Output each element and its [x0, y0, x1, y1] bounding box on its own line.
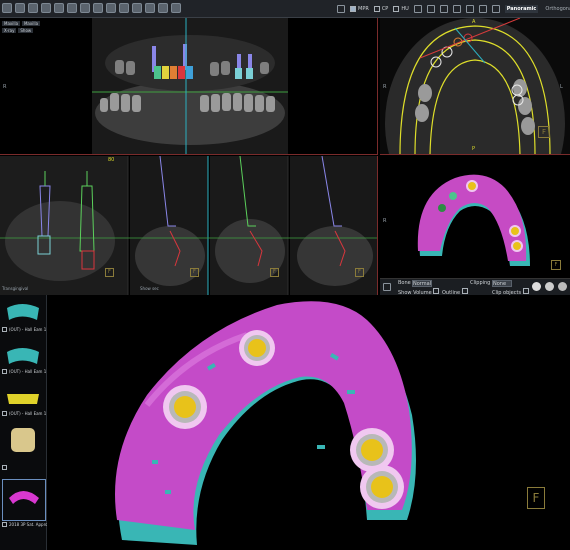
- cross-badge-3-icon: F: [270, 268, 279, 277]
- sleeve-1: [163, 385, 207, 429]
- view-options: MPR CP HU Panoramic Orthogonal: [337, 3, 570, 14]
- panoramic-image: [92, 18, 288, 154]
- orientation-badge-icon: F: [538, 126, 550, 138]
- anterior-marker: A: [472, 19, 476, 25]
- small-guide-render: [417, 174, 530, 266]
- measure-icon[interactable]: [80, 3, 90, 13]
- object-list: (OUT) - Hall Eam 1 (OUT) - Hall Eam 1 (O…: [0, 295, 52, 550]
- layout-icon[interactable]: [337, 4, 345, 13]
- main-3d-view[interactable]: F: [47, 295, 570, 550]
- sleeve-2: [239, 330, 275, 366]
- thumbnail-surgical-guide[interactable]: [2, 479, 46, 521]
- axial-right-marker: R: [383, 84, 387, 90]
- show-sec-label: Show sec: [140, 286, 159, 291]
- tab-orthogonal[interactable]: Orthogonal: [543, 5, 570, 13]
- nerve-icon[interactable]: [93, 3, 103, 13]
- clipping-select[interactable]: None: [492, 280, 512, 287]
- reset-icon[interactable]: [465, 4, 474, 13]
- small-3d-badge-icon: F: [551, 260, 561, 270]
- cross-badge-2-icon: F: [190, 268, 199, 277]
- thumbnail-skull[interactable]: [2, 424, 44, 459]
- panoramic-view[interactable]: Maxilla Maxilla X-ray Show R H: [0, 18, 378, 155]
- save-icon[interactable]: [28, 3, 38, 13]
- skull-side-icon[interactable]: [545, 282, 554, 291]
- main-toolbar: MPR CP HU Panoramic Orthogonal: [0, 0, 570, 18]
- surgical-guide-render: [115, 301, 416, 545]
- open-icon[interactable]: [15, 3, 25, 13]
- main-orientation-badge-icon: F: [527, 487, 545, 509]
- bone-label: Bone: [398, 280, 411, 286]
- guide-icon[interactable]: [119, 3, 129, 13]
- mpr-checkbox[interactable]: MPR: [350, 5, 369, 12]
- pen-icon[interactable]: [478, 4, 487, 13]
- cross-section-image: [0, 156, 377, 295]
- clipping-label: Clipping: [470, 280, 491, 286]
- camera-icon[interactable]: [426, 4, 435, 13]
- skull-front-icon[interactable]: [532, 282, 541, 291]
- cp-checkbox[interactable]: CP: [373, 5, 388, 12]
- small-3d-view[interactable]: R F: [380, 156, 570, 278]
- cross-badge-4-icon: F: [355, 268, 364, 277]
- report-icon[interactable]: [158, 3, 168, 13]
- transgingival-label: Transgingival: [2, 286, 29, 291]
- axial-view[interactable]: A R L P F: [380, 18, 570, 155]
- thumbnail-2-checkbox[interactable]: [2, 369, 7, 374]
- redo-icon[interactable]: [452, 4, 461, 13]
- screenshot-icon[interactable]: [413, 4, 422, 13]
- tab-panoramic[interactable]: Panoramic: [504, 4, 539, 13]
- thumbnail-1-checkbox[interactable]: [2, 327, 7, 332]
- posterior-marker: P: [472, 146, 476, 152]
- sleeve-icon[interactable]: [106, 3, 116, 13]
- settings-icon[interactable]: [145, 3, 155, 13]
- render-settings-bar: Bone Normal Clipping None Show Volume Ou…: [380, 278, 570, 296]
- sleeve-4: [360, 465, 404, 509]
- thumbnail-1-label: (OUT) - Hall Eam 1: [9, 327, 47, 332]
- tooth-icon[interactable]: [54, 3, 64, 13]
- implant-icon[interactable]: [67, 3, 77, 13]
- render-mode-icon[interactable]: [383, 283, 391, 291]
- thumbnail-3-label: (OUT) - Hall Eam 1: [9, 411, 47, 416]
- thumbnail-5-checkbox[interactable]: [2, 522, 7, 527]
- eraser-icon[interactable]: [491, 4, 500, 13]
- axial-left-marker: L: [560, 84, 563, 90]
- sleeve-3: [350, 428, 394, 472]
- thumbnail-3-checkbox[interactable]: [2, 411, 7, 416]
- stl-icon[interactable]: [132, 3, 142, 13]
- bone-select[interactable]: Normal: [412, 280, 432, 287]
- thumbnail-2-label: (OUT) - Hall Eam 1: [9, 369, 47, 374]
- hu-checkbox[interactable]: HU: [393, 5, 409, 12]
- new-icon[interactable]: [2, 3, 12, 13]
- undo-icon[interactable]: [439, 4, 448, 13]
- thumbnail-4-checkbox[interactable]: [2, 465, 7, 470]
- cross-badge-1-icon: F: [105, 268, 114, 277]
- export-icon[interactable]: [41, 3, 51, 13]
- slice-number: 80: [108, 157, 115, 163]
- skull-top-icon[interactable]: [558, 282, 567, 291]
- cross-section-views[interactable]: 80 Transgingival Show sec F F F F: [0, 156, 378, 295]
- help-icon[interactable]: [171, 3, 181, 13]
- thumbnail-5-label: 2018 3P Sat. Approve: [9, 522, 53, 527]
